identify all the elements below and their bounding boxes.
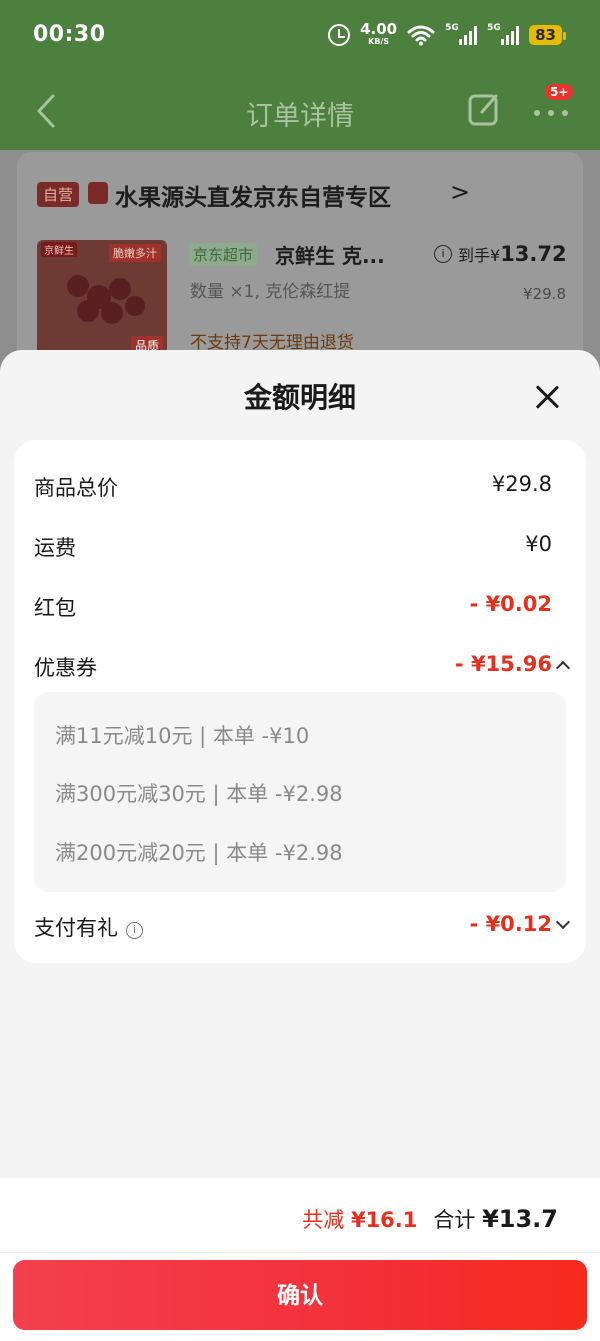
coupon-item: 满300元减30元 | 本单 -¥2.98 (55, 782, 343, 806)
row-label-text: 支付有礼 (34, 916, 118, 940)
final-price-prefix: 到手¥ (458, 246, 501, 265)
amount-detail-card: 商品总价 ¥29.8 运费 ¥0 红包 - ¥0.02 优惠券 - ¥15.96… (14, 440, 586, 963)
saved-label: 共减 (302, 1208, 345, 1232)
row-goods-total: 商品总价 ¥29.8 (14, 466, 586, 506)
bar-chart-icon (88, 182, 108, 204)
self-operated-tag: 自营 (37, 182, 80, 207)
final-price-value: 13.72 (500, 242, 567, 266)
total-number: 13.7 (498, 1205, 558, 1233)
row-label: 运费 (34, 536, 76, 560)
product-image[interactable]: 京鲜生 脆嫩多汁 品质 (37, 240, 167, 355)
row-shipping: 运费 ¥0 (14, 526, 586, 566)
coupon-list: 满11元减10元 | 本单 -¥10 满300元减30元 | 本单 -¥2.98… (34, 692, 566, 892)
chevron-right-icon[interactable]: > (450, 178, 470, 206)
store-tag: 京东超市 (189, 243, 258, 266)
info-icon[interactable]: i (126, 922, 143, 939)
nav-bar: 订单详情 (0, 72, 600, 150)
sheet-title: 金额明细 (243, 381, 356, 414)
chevron-down-icon[interactable] (555, 914, 571, 930)
status-bar: 00:30 4.00 KB/S 5G 5G 83 (0, 0, 600, 72)
battery-icon: 83 (529, 24, 566, 45)
row-coupon[interactable]: 优惠券 - ¥15.96 (14, 646, 586, 686)
row-value: - ¥0.02 (469, 592, 552, 616)
total-amount: 合计 ¥13.7 (433, 1204, 558, 1234)
coupon-item: 满11元减10元 | 本单 -¥10 (55, 724, 310, 748)
wifi-icon (407, 25, 435, 45)
status-icons: 4.00 KB/S 5G 5G 83 (328, 22, 566, 47)
row-label: 红包 (34, 596, 76, 620)
more-badge: 5+ (545, 84, 574, 100)
nav-title: 订单详情 (246, 101, 354, 132)
signal-icon-2: 5G (487, 22, 520, 45)
row-value: - ¥0.12 (469, 912, 552, 936)
row-payment-gift[interactable]: 支付有礼 i - ¥0.12 (14, 906, 586, 946)
coupon-item: 满200元减20元 | 本单 -¥2.98 (55, 841, 343, 865)
total-value: ¥13.7 (482, 1205, 558, 1233)
original-price: ¥29.8 (523, 285, 566, 303)
status-time: 00:30 (33, 22, 106, 47)
row-label: 支付有礼 i (34, 912, 143, 942)
row-value: - ¥15.96 (454, 652, 552, 676)
row-label: 优惠券 (34, 656, 97, 680)
product-quantity[interactable]: 数量 ×1, 克伦森红提 (190, 277, 350, 302)
image-tag-feature: 脆嫩多汁 (109, 244, 161, 262)
alarm-icon (328, 23, 351, 46)
image-tag-brand: 京鲜生 (41, 242, 77, 257)
share-icon[interactable] (468, 92, 500, 126)
info-icon[interactable]: i (434, 245, 452, 263)
product-name[interactable]: 京鲜生 克... (275, 240, 385, 269)
network-speed: 4.00 KB/S (360, 22, 397, 47)
final-price: 到手¥13.72 (458, 242, 567, 266)
divider (0, 1252, 600, 1253)
row-label: 商品总价 (34, 476, 118, 500)
total-label: 合计 (433, 1208, 476, 1232)
more-icon[interactable] (532, 96, 572, 126)
saved-amount: 共减 ¥16.1 (302, 1204, 417, 1234)
confirm-button[interactable]: 确认 (13, 1260, 587, 1330)
row-red-packet: 红包 - ¥0.02 (14, 586, 586, 626)
shop-name[interactable]: 水果源头直发京东自营专区 (115, 178, 391, 212)
row-value: ¥0 (525, 532, 552, 556)
signal-label-2: 5G (487, 22, 501, 33)
chevron-up-icon[interactable] (555, 660, 571, 676)
close-icon[interactable] (530, 380, 564, 414)
footer-bar: 共减 ¥16.1 合计 ¥13.7 确认 (0, 1178, 600, 1341)
signal-label: 5G (445, 22, 459, 33)
amount-summary: 共减 ¥16.1 合计 ¥13.7 (302, 1204, 558, 1234)
saved-value: ¥16.1 (350, 1208, 418, 1232)
network-speed-value: 4.00 (360, 20, 398, 38)
row-value: ¥29.8 (491, 472, 552, 496)
signal-icon: 5G (445, 22, 478, 45)
total-currency: ¥ (482, 1205, 499, 1233)
network-speed-unit: KB/S (368, 37, 390, 46)
